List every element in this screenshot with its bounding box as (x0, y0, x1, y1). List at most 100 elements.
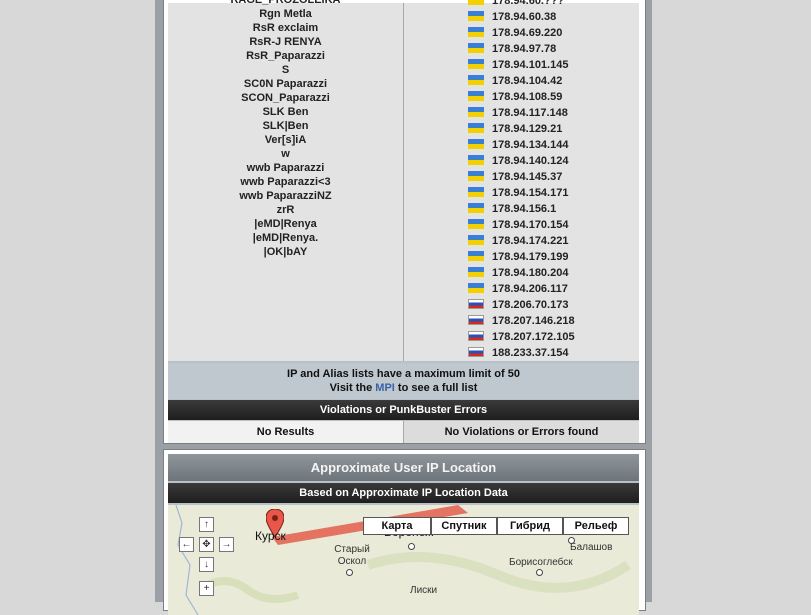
ip-address: 178.94.145.37 (492, 171, 563, 183)
ip-row: 178.94.129.21 (468, 121, 628, 137)
ip-column: 178.94.60.??? 178.94.60.38 178.94.69.220 17… (404, 0, 639, 361)
ukraine-flag-icon (468, 235, 484, 245)
ip-address: 178.94.101.145 (492, 59, 569, 71)
alias-item: wwb Paparazzi (246, 162, 325, 174)
ukraine-flag-icon (468, 171, 484, 181)
ukraine-flag-icon (468, 187, 484, 197)
city-liski: Лиски (410, 585, 438, 596)
ip-address: 178.94.134.144 (492, 139, 569, 151)
alias-item: SLK|Ben (262, 120, 309, 132)
alias-item: RsR_Paparazzi (246, 50, 325, 62)
mpi-link[interactable]: MPI (375, 382, 395, 394)
ip-row: 178.94.97.78 (468, 41, 628, 57)
map-type-satellite-button[interactable]: Спутник (431, 517, 497, 535)
ip-row: 178.94.104.42 (468, 73, 628, 89)
russia-flag-icon (468, 347, 484, 357)
mpi-notice: Visit the MPI to see a full list (168, 381, 639, 395)
ip-row: 178.94.101.145 (468, 57, 628, 73)
alias-item: |eMD|Renya (254, 218, 317, 230)
ip-row: 178.94.154.171 (468, 185, 628, 201)
ukraine-flag-icon (468, 155, 484, 165)
ip-row: 178.94.134.144 (468, 137, 628, 153)
ip-address: 178.94.104.42 (492, 75, 563, 87)
alias-item: Rgn Metla (259, 8, 312, 20)
alias-item: SCON_Paparazzi (241, 92, 330, 104)
pan-left-icon[interactable]: ← (179, 537, 194, 552)
ip-address: 178.207.172.105 (492, 331, 575, 343)
pan-up-icon[interactable]: ↑ (199, 517, 214, 532)
violations-result-right: No Violations or Errors found (404, 421, 639, 443)
ip-address: 178.206.70.173 (492, 299, 569, 311)
ukraine-flag-icon (468, 59, 484, 69)
ip-row: 178.206.70.173 (468, 297, 628, 313)
zoom-in-icon[interactable]: + (199, 581, 214, 596)
city-balashov: Балашов (570, 542, 613, 553)
ukraine-flag-icon (468, 27, 484, 37)
ip-address: 188.233.37.154 (492, 347, 569, 359)
alias-item: |eMD|Renya. (252, 232, 319, 244)
pan-right-icon[interactable]: → (219, 537, 234, 552)
city-borisoglebsk: Борисоглебск (509, 557, 573, 568)
russia-flag-icon (468, 315, 484, 325)
ip-address: 178.94.117.148 (492, 107, 568, 119)
ip-row: 178.94.69.220 (468, 25, 628, 41)
ip-location-panel: Approximate User IP Location Based on Ap… (163, 449, 646, 615)
alias-item: Ver[s]iA (264, 134, 307, 146)
city-kursk: Курск (255, 529, 286, 543)
ip-location-inner: Approximate User IP Location Based on Ap… (168, 454, 639, 615)
ip-address: 178.94.108.59 (492, 91, 563, 103)
ip-address: 178.94.156.1 (492, 203, 557, 215)
city-dot-stary-oskol (346, 569, 353, 576)
pan-down-icon[interactable]: ↓ (199, 557, 214, 572)
ip-row: 178.94.156.1 (468, 201, 628, 217)
ip-row: 178.207.146.218 (468, 313, 628, 329)
location-map[interactable]: Курск Воронеж Старый Оскол Борисоглебск … (168, 505, 639, 615)
ip-row: 178.94.170.154 (468, 217, 628, 233)
ukraine-flag-icon (468, 75, 484, 85)
ukraine-flag-icon (468, 43, 484, 53)
alias-item: SLK Ben (262, 106, 309, 118)
ukraine-flag-icon (468, 251, 484, 261)
map-type-map-button[interactable]: Карта (363, 517, 431, 535)
ip-address: 178.94.60.??? (492, 0, 565, 7)
alias-item: |OK|bAY (263, 246, 308, 258)
ip-address: 178.94.97.78 (492, 43, 557, 55)
alias-item: S (281, 64, 290, 76)
ip-row: 178.94.117.148 (468, 105, 628, 121)
ukraine-flag-icon (468, 0, 484, 5)
alias-item: wwb PaparazziNZ (239, 190, 332, 202)
alias-item: zrR (276, 204, 295, 216)
ip-row: 178.94.179.199 (468, 249, 628, 265)
ip-address: 178.207.146.218 (492, 315, 575, 327)
ip-row: 178.94.180.204 (468, 265, 628, 281)
ip-row: 188.233.37.154 (468, 345, 628, 361)
alias-item: SC0N Paparazzi (243, 78, 328, 90)
city-dot-voronezh (408, 543, 415, 550)
ukraine-flag-icon (468, 203, 484, 213)
ip-address: 178.94.179.199 (492, 251, 569, 263)
ip-row: 178.94.140.124 (468, 153, 628, 169)
alias-item: RsR exclaim (252, 22, 319, 34)
location-title: Approximate User IP Location (168, 454, 639, 481)
city-dot-borisoglebsk (536, 569, 543, 576)
ip-address: 178.94.60.38 (492, 11, 557, 23)
map-type-terrain-button[interactable]: Рельеф (563, 517, 629, 535)
ip-address: 178.94.170.154 (492, 219, 569, 231)
ip-address: 178.94.180.204 (492, 267, 569, 279)
alias-item: RAGE_PROZOLEIKA (230, 0, 341, 6)
ukraine-flag-icon (468, 107, 484, 117)
violations-result-row: No Results No Violations or Errors found (168, 421, 639, 443)
map-type-hybrid-button[interactable]: Гибрид (497, 517, 563, 535)
ip-address: 178.94.206.117 (492, 283, 568, 295)
mpi-notice-post: to see a full list (394, 382, 478, 394)
ip-row: 178.94.60.38 (468, 9, 628, 25)
ip-row: 178.94.60.??? (468, 0, 628, 9)
pan-center-icon[interactable]: ✥ (199, 537, 214, 552)
list-limit-notice: IP and Alias lists have a maximum limit … (168, 363, 639, 399)
ukraine-flag-icon (468, 219, 484, 229)
alias-item: w (281, 148, 290, 160)
alias-list: RAGE_PROZOLEIKA Rgn Metla RsR exclaim RsR-J… (168, 0, 403, 259)
player-info-panel: RAGE_PROZOLEIKA Rgn Metla RsR exclaim RsR-J… (163, 0, 646, 444)
ip-list: 178.94.60.??? 178.94.60.38 178.94.69.220 17… (468, 0, 628, 361)
ukraine-flag-icon (468, 123, 484, 133)
